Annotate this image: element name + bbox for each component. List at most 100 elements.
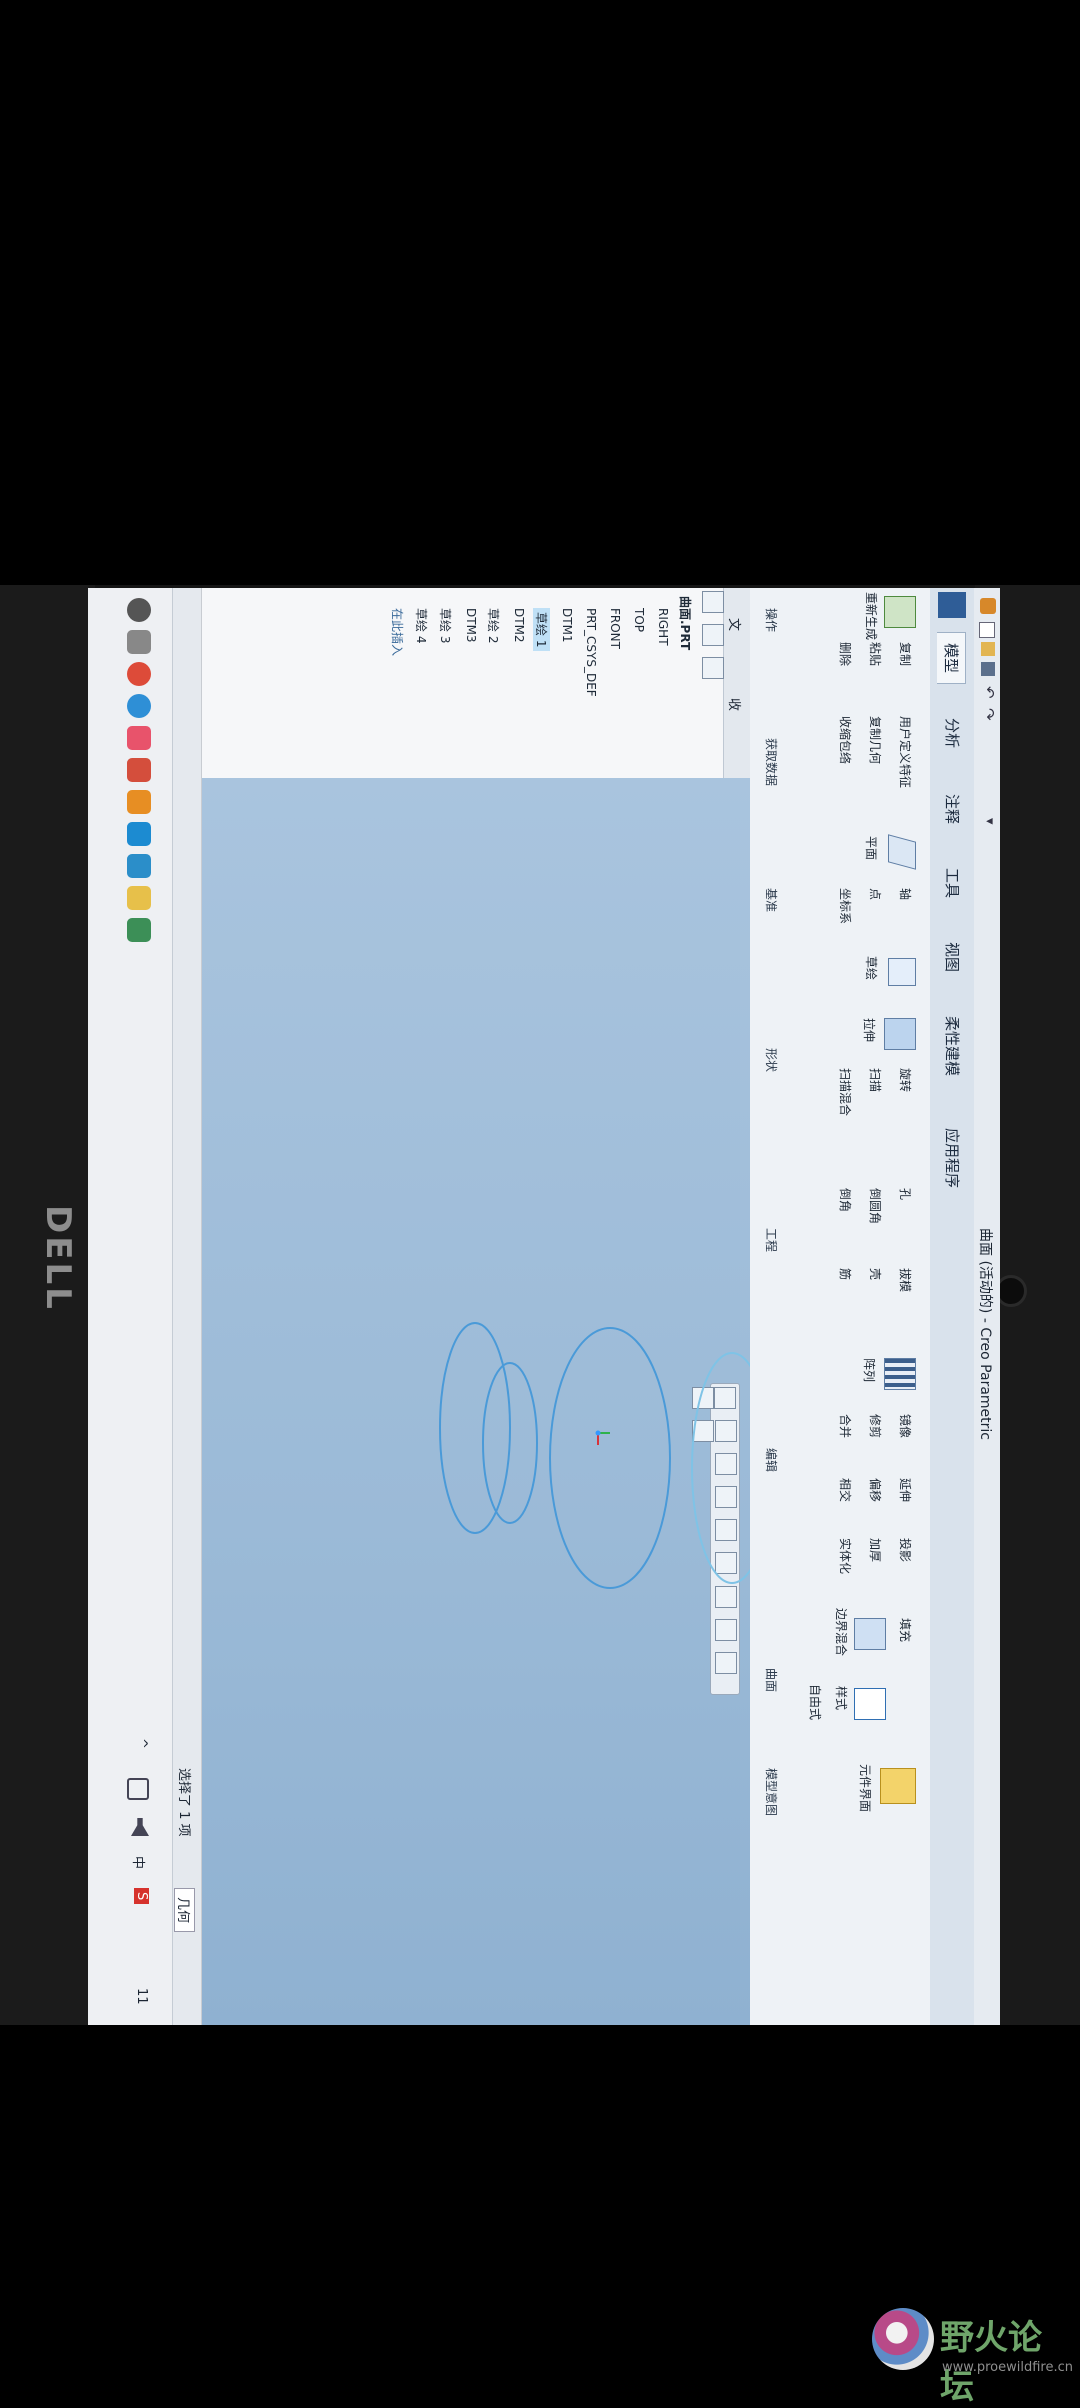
forum-watermark: 野火论坛 www.proewildfire.cn: [868, 2300, 1074, 2407]
task-app-icon-3[interactable]: [127, 790, 151, 814]
title-bar: ↶ ↷ ▾ 曲面 (活动的) - Creo Parametric: [973, 588, 1000, 2025]
sketch-button[interactable]: 草绘: [863, 956, 880, 980]
tree-tab-favorites[interactable]: 收: [726, 698, 745, 711]
sketch-icon[interactable]: [888, 958, 916, 986]
extrude-icon[interactable]: [884, 1018, 916, 1050]
solidify-button[interactable]: 实体化: [837, 1538, 854, 1574]
graphics-window[interactable]: [202, 778, 750, 2025]
point-button[interactable]: 点: [867, 888, 884, 900]
delete-button[interactable]: 删除: [837, 642, 854, 666]
tab-file[interactable]: [938, 592, 966, 618]
tree-item-sketch-1[interactable]: 草绘 1: [533, 608, 550, 652]
round-button[interactable]: 倒圆角: [867, 1188, 884, 1224]
tree-item-sketch-2[interactable]: 草绘 2: [485, 608, 502, 643]
save-icon[interactable]: [981, 662, 995, 676]
task-chrome-icon[interactable]: [127, 662, 151, 686]
tree-item-sketch-4[interactable]: 草绘 4: [413, 608, 430, 643]
tree-show-icon[interactable]: [702, 657, 724, 680]
task-app-icon-2[interactable]: [127, 758, 151, 782]
tree-item-sketch-3[interactable]: 草绘 3: [437, 608, 454, 643]
mirror-button[interactable]: 镜像: [897, 1414, 914, 1438]
redo-icon[interactable]: ↷: [980, 708, 998, 721]
copy-geometry-button[interactable]: 复制几何: [867, 716, 884, 764]
draft-button[interactable]: 拔模: [897, 1268, 914, 1292]
tree-tab-model[interactable]: 文: [726, 618, 745, 631]
network-icon[interactable]: [127, 1778, 149, 1800]
task-app-icon-5[interactable]: [127, 854, 151, 878]
merge-button[interactable]: 合并: [837, 1414, 854, 1438]
tree-item-dtm2[interactable]: DTM2: [512, 608, 526, 643]
ime-app-icon[interactable]: S: [134, 1888, 149, 1905]
extend-button[interactable]: 延伸: [897, 1478, 914, 1502]
boundary-blend-icon[interactable]: [854, 1618, 886, 1650]
csys-button[interactable]: 坐标系: [837, 888, 854, 924]
pattern-button[interactable]: 阵列: [861, 1358, 878, 1382]
new-file-icon[interactable]: [979, 622, 995, 638]
tab-flexible-modeling[interactable]: 柔性建模: [938, 1006, 966, 1086]
paste-button[interactable]: 粘贴: [867, 642, 884, 666]
search-icon[interactable]: [127, 630, 151, 654]
plane-icon[interactable]: [888, 834, 916, 870]
regenerate-button[interactable]: 重新生成: [863, 592, 880, 640]
sweep-button[interactable]: 扫描: [867, 1068, 884, 1092]
thicken-button[interactable]: 加厚: [867, 1538, 884, 1562]
windows-start-icon[interactable]: [127, 598, 151, 622]
task-app-icon-4[interactable]: [127, 822, 151, 846]
chamfer-button[interactable]: 倒角: [837, 1188, 854, 1212]
shrinkwrap-button[interactable]: 收缩包络: [837, 716, 854, 764]
tree-columns-icon[interactable]: [702, 624, 724, 647]
tab-annotate[interactable]: 注释: [938, 784, 966, 834]
tab-view[interactable]: 视图: [938, 932, 966, 982]
regenerate-icon[interactable]: [884, 596, 916, 628]
tab-analysis[interactable]: 分析: [938, 708, 966, 758]
tree-item-csys[interactable]: PRT_CSYS_DEF: [584, 608, 598, 697]
rib-button[interactable]: 筋: [837, 1268, 854, 1280]
creo-app-icon[interactable]: [980, 598, 996, 614]
shell-button[interactable]: 壳: [867, 1268, 884, 1280]
extrude-button[interactable]: 拉伸: [861, 1018, 878, 1042]
revolve-button[interactable]: 旋转: [897, 1068, 914, 1092]
axis-button[interactable]: 轴: [897, 888, 914, 900]
task-app-icon-1[interactable]: [127, 726, 151, 750]
style-icon[interactable]: [854, 1688, 886, 1720]
offset-button[interactable]: 偏移: [867, 1478, 884, 1502]
boundary-blend-button[interactable]: 边界混合: [833, 1608, 850, 1656]
selection-filter[interactable]: 几何: [174, 1888, 195, 1933]
tree-item-right[interactable]: RIGHT: [656, 608, 670, 646]
quick-access-dropdown[interactable]: ▾: [982, 818, 997, 825]
volume-icon[interactable]: [131, 1818, 149, 1836]
tree-settings-icon[interactable]: [702, 591, 724, 613]
trim-button[interactable]: 修剪: [867, 1414, 884, 1438]
undo-icon[interactable]: ↶: [980, 686, 998, 699]
project-button[interactable]: 投影: [897, 1538, 914, 1562]
tree-item-insert-here[interactable]: 在此插入: [389, 608, 406, 656]
element-interface-button[interactable]: 元件界面: [857, 1764, 874, 1812]
tab-model[interactable]: 模型: [937, 632, 966, 685]
tree-item-front[interactable]: FRONT: [608, 608, 622, 649]
tab-tools[interactable]: 工具: [938, 858, 966, 908]
tree-item-dtm3[interactable]: DTM3: [464, 608, 478, 643]
style-button[interactable]: 样式: [833, 1686, 850, 1710]
forum-url: www.proewildfire.cn: [942, 2360, 1073, 2375]
tray-overflow[interactable]: ^: [134, 1738, 149, 1749]
tree-item-dtm1[interactable]: DTM1: [560, 608, 574, 643]
swept-blend-button[interactable]: 扫描混合: [837, 1068, 854, 1116]
tab-applications[interactable]: 应用程序: [938, 1118, 966, 1198]
plane-button[interactable]: 平面: [863, 836, 880, 860]
pattern-icon[interactable]: [884, 1358, 916, 1390]
user-defined-feature-button[interactable]: 用户定义特征: [897, 716, 914, 788]
copy-button[interactable]: 复制: [897, 642, 914, 666]
hole-button[interactable]: 孔: [897, 1188, 914, 1200]
fill-button[interactable]: 填充: [897, 1618, 914, 1642]
group-label-get-data: 获取数据: [764, 738, 778, 787]
task-creo-icon[interactable]: [127, 918, 151, 942]
element-interface-icon[interactable]: [880, 1768, 916, 1804]
tree-item-top[interactable]: TOP: [632, 608, 646, 632]
tree-item-part[interactable]: 曲面.PRT: [677, 596, 694, 650]
task-folder-icon[interactable]: [127, 886, 151, 910]
task-edge-icon[interactable]: [127, 694, 151, 718]
intersect-button[interactable]: 相交: [837, 1478, 854, 1502]
ime-indicator[interactable]: 中: [130, 1856, 149, 1869]
freestyle-button[interactable]: 自由式: [807, 1684, 824, 1720]
open-file-icon[interactable]: [981, 642, 995, 656]
